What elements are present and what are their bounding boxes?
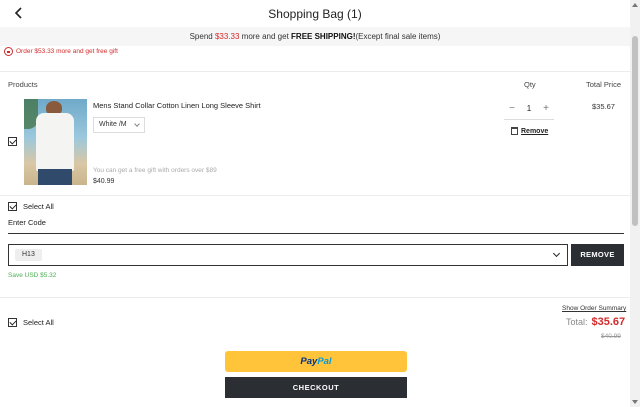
- product-checkbox[interactable]: [8, 137, 17, 146]
- model-shirt: [36, 113, 74, 171]
- page-title: Shopping Bag (1): [268, 7, 362, 21]
- column-header-total-price: Total Price: [586, 80, 622, 89]
- order-total: Total: $35.67: [566, 316, 625, 328]
- original-price: $40.99: [601, 333, 621, 340]
- divider: [0, 195, 630, 196]
- show-order-summary-link[interactable]: Show Order Summary: [562, 305, 626, 312]
- product-name[interactable]: Mens Stand Collar Cotton Linen Long Slee…: [93, 101, 261, 110]
- shipping-suffix: (Except final sale items): [355, 32, 441, 41]
- paypal-logo-pal: Pal: [317, 356, 332, 367]
- free-shipping-banner: Spend $33.33 more and get FREE SHIPPING!…: [0, 27, 630, 46]
- gift-tip-text: Order $53.33 more and get free gift: [16, 48, 118, 55]
- remove-item-label: Remove: [521, 127, 549, 135]
- select-all-checkbox[interactable]: [8, 318, 17, 327]
- paypal-button[interactable]: PayPal: [225, 351, 407, 372]
- coupon-code-tag: H13: [15, 249, 42, 261]
- shipping-prefix: Spend: [189, 32, 213, 41]
- remove-coupon-button[interactable]: REMOVE: [571, 244, 624, 266]
- free-gift-note: You can get a free gift with orders over…: [93, 167, 217, 174]
- enter-code-label: Enter Code: [8, 218, 46, 227]
- checkout-button[interactable]: CHECKOUT: [225, 377, 407, 398]
- quantity-decrease-button[interactable]: −: [506, 102, 518, 116]
- trash-icon: [511, 127, 518, 135]
- header-bar: Shopping Bag (1): [0, 0, 630, 27]
- scroll-up-arrow-icon[interactable]: [632, 3, 638, 7]
- select-all-row-top[interactable]: Select All: [8, 202, 54, 211]
- quantity-stepper: − 1 +: [504, 100, 554, 120]
- gift-icon: [4, 47, 13, 56]
- select-all-label: Select All: [23, 318, 54, 327]
- line-total-price: $35.67: [592, 102, 615, 111]
- divider: [0, 71, 630, 72]
- scrollbar-thumb[interactable]: [632, 36, 638, 226]
- quantity-increase-button[interactable]: +: [540, 102, 552, 116]
- paypal-logo-pay: Pay: [300, 356, 318, 367]
- gift-tip: Order $53.33 more and get free gift: [4, 47, 118, 56]
- quantity-value[interactable]: 1: [520, 102, 538, 116]
- column-header-qty: Qty: [524, 80, 536, 89]
- column-header-products: Products: [8, 80, 38, 89]
- chevron-down-icon: [552, 249, 561, 258]
- coupon-savings-text: Save USD $5.32: [8, 272, 57, 279]
- select-all-checkbox[interactable]: [8, 202, 17, 211]
- chevron-down-icon: [134, 121, 140, 127]
- variant-select[interactable]: White /M: [93, 117, 145, 133]
- model-pants: [38, 169, 72, 185]
- total-label: Total:: [566, 317, 588, 327]
- total-amount: $35.67: [591, 316, 626, 328]
- select-all-label: Select All: [23, 202, 54, 211]
- code-input-underline[interactable]: [8, 233, 624, 234]
- quantity-underline: [504, 119, 554, 120]
- divider: [0, 297, 630, 298]
- remove-item-button[interactable]: Remove: [511, 127, 548, 135]
- shopping-bag-page: Shopping Bag (1) Spend $33.33 more and g…: [0, 0, 640, 407]
- coupon-code-select[interactable]: H13: [8, 244, 568, 266]
- shipping-amount: $33.33: [214, 32, 240, 41]
- scroll-down-arrow-icon[interactable]: [632, 400, 638, 404]
- scrollbar[interactable]: [630, 0, 640, 407]
- variant-value: White /M: [99, 121, 127, 128]
- product-price: $40.99: [93, 178, 115, 185]
- product-image[interactable]: [24, 99, 87, 185]
- shipping-middle: more and get: [241, 32, 289, 41]
- shipping-bold: FREE SHIPPING!: [291, 32, 356, 41]
- select-all-row-bottom[interactable]: Select All: [8, 318, 54, 327]
